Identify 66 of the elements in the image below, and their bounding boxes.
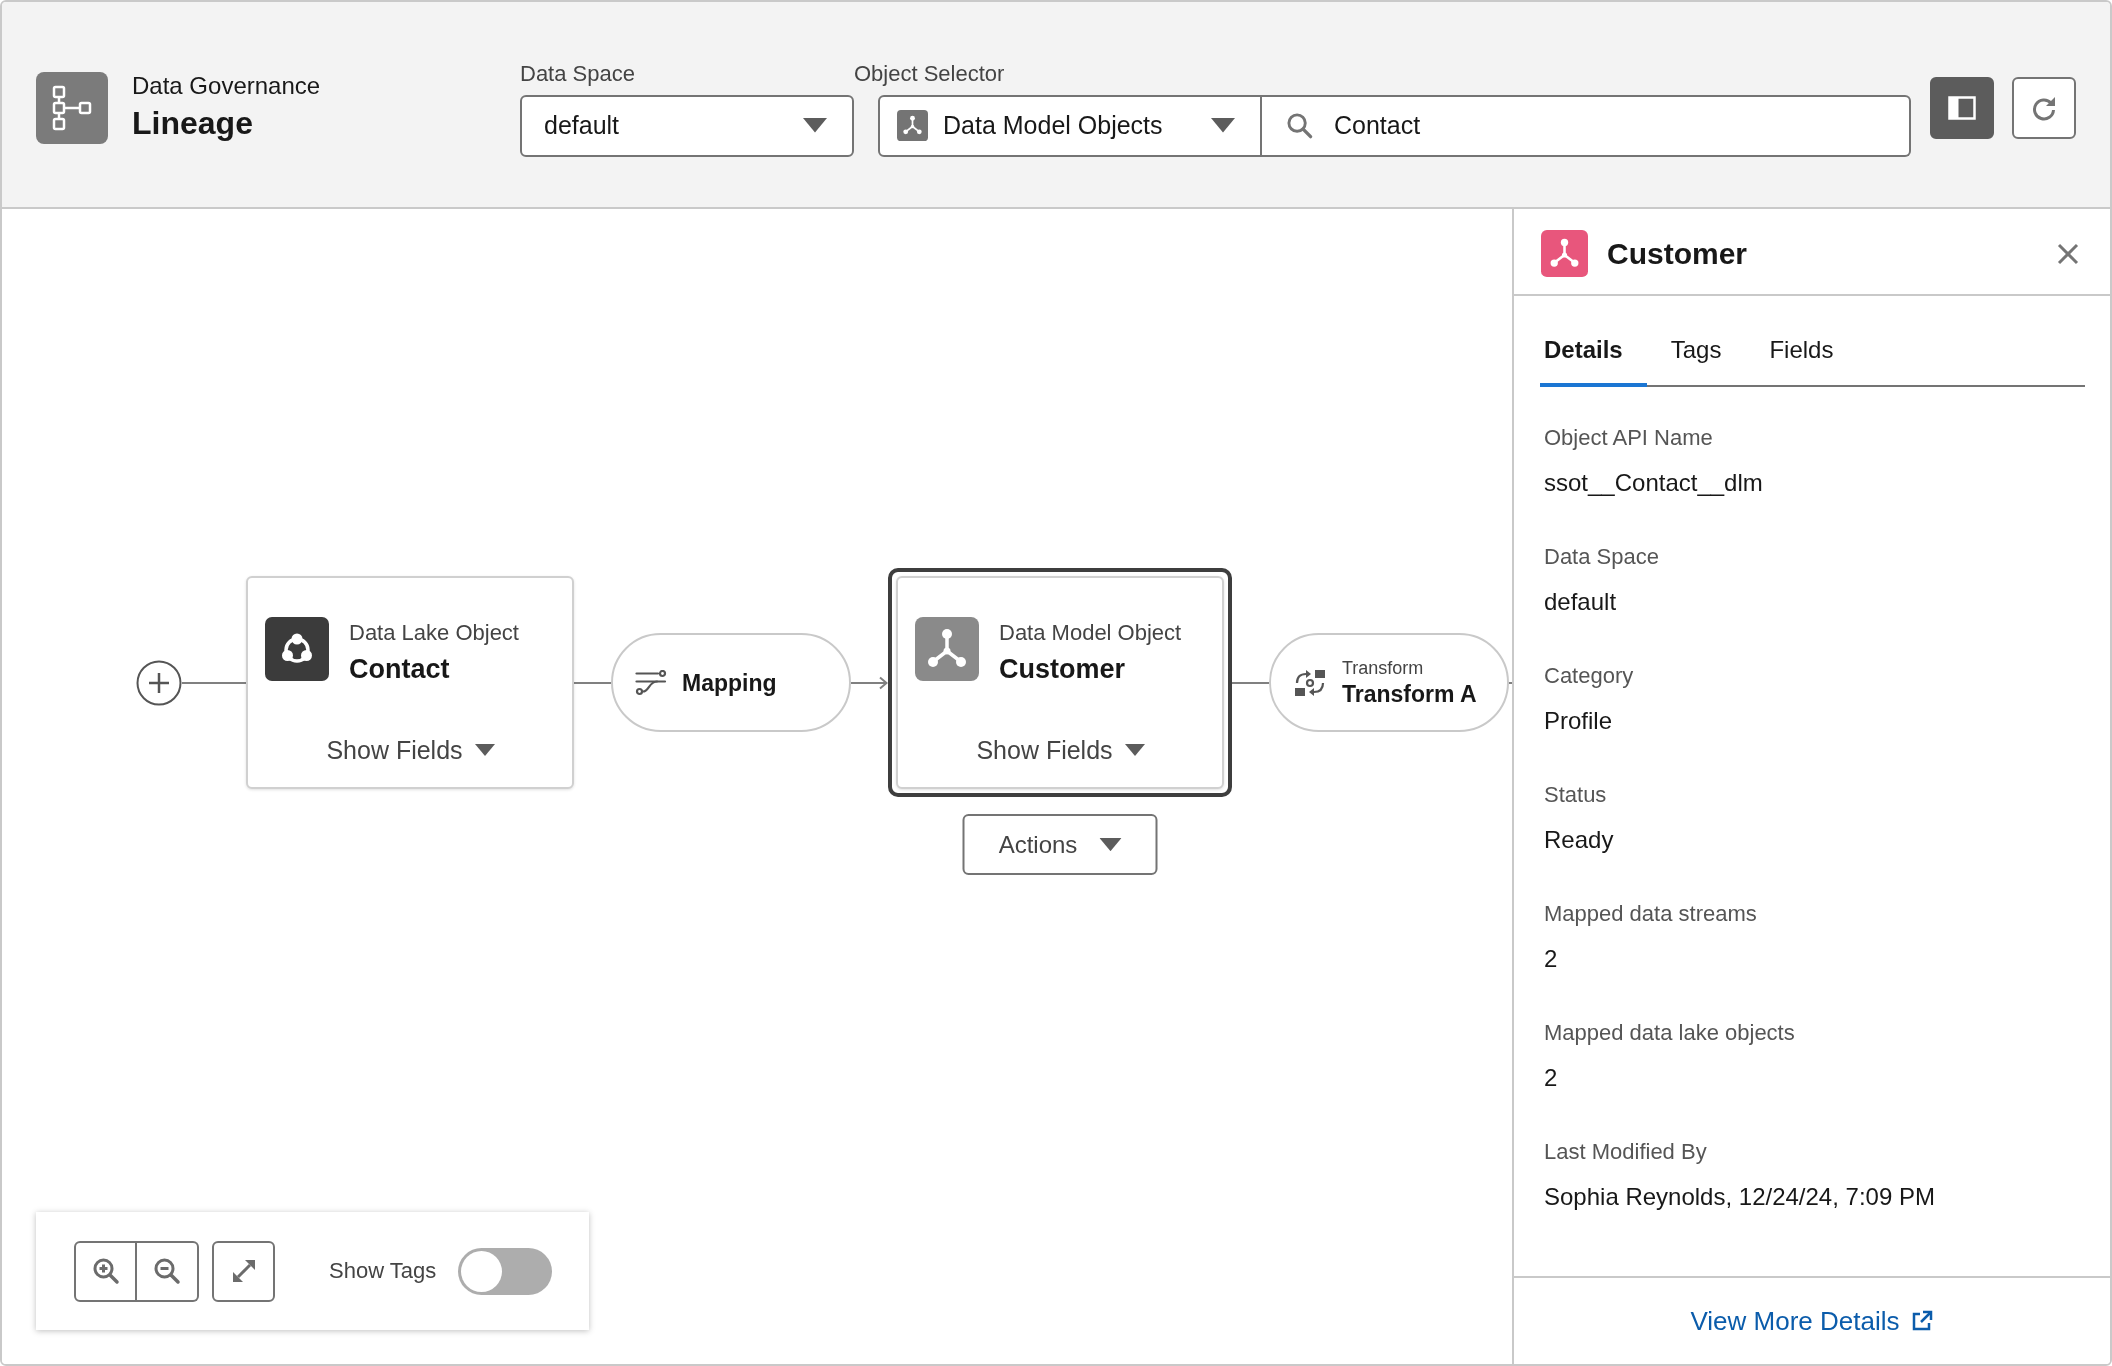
detail-value: ssot__Contact__dlm	[1544, 468, 1763, 498]
plus-circle-icon	[136, 659, 182, 706]
refresh-button[interactable]	[2012, 76, 2076, 139]
node-name: Customer	[999, 653, 1127, 686]
detail-value: Profile	[1544, 706, 1613, 736]
detail-label: Last Modified By	[1544, 1138, 1707, 1166]
node-type-label: Data Model Object	[999, 619, 1182, 647]
caret-icon	[803, 118, 827, 133]
view-more-details-link[interactable]: View More Details	[1690, 1305, 1934, 1337]
detail-label: Status	[1544, 781, 1607, 809]
node-name: Transform A	[1342, 679, 1477, 709]
show-fields-button[interactable]: Show Fields	[326, 730, 495, 770]
ring-nodes-icon	[265, 617, 329, 681]
hierarchy-icon	[36, 71, 108, 144]
node-card[interactable]: Data Model Object Customer Show Fields	[888, 568, 1232, 797]
detail-label: Data Space	[1544, 543, 1659, 571]
node-name: Contact	[349, 653, 451, 686]
detail-label: Object API Name	[1544, 424, 1713, 452]
node-name: Mapping	[682, 668, 777, 698]
data-space-dropdown[interactable]: default	[520, 94, 854, 157]
add-node-button[interactable]	[136, 659, 182, 706]
search-field[interactable]: Contact	[1262, 94, 1911, 157]
page-title: Lineage	[132, 103, 254, 143]
detail-label: Mapped data streams	[1544, 900, 1757, 928]
node-graph-icon	[915, 617, 979, 681]
node-graph-icon	[897, 110, 928, 141]
detail-label: Category	[1544, 662, 1634, 690]
tab[interactable]: Details	[1540, 335, 1647, 387]
tab[interactable]: Fields	[1765, 335, 1858, 387]
caret-icon	[1211, 118, 1235, 133]
actions-button[interactable]: Actions	[962, 814, 1158, 875]
detail-value: Sophia Reynolds, 12/24/24, 7:09 PM	[1544, 1182, 1935, 1212]
detail-value: Ready	[1544, 825, 1614, 855]
panel-icon	[1948, 95, 1976, 120]
zoom-out-icon	[153, 1257, 181, 1285]
node-pill[interactable]: Transform Transform A	[1269, 633, 1509, 732]
node-pill[interactable]: Mapping	[611, 633, 851, 732]
detail-label: Mapped data lake objects	[1544, 1019, 1795, 1047]
node-card[interactable]: Data Lake Object Contact Show Fields	[246, 576, 574, 789]
show-fields-button[interactable]: Show Fields	[976, 730, 1145, 770]
tab[interactable]: Tags	[1666, 335, 1746, 387]
panel-title: Customer	[1607, 236, 1749, 271]
fit-view-button[interactable]	[212, 1240, 275, 1302]
app-name: Data Governance	[132, 70, 321, 101]
zoom-out-button[interactable]	[137, 1240, 199, 1302]
caret-icon	[474, 744, 495, 756]
detail-value: 2	[1544, 944, 1558, 974]
search-icon	[1286, 111, 1313, 139]
detail-value: default	[1544, 587, 1617, 617]
panel-toggle-button[interactable]	[1930, 76, 1994, 139]
detail-value: 2	[1544, 1063, 1558, 1093]
object-selector-label: Object Selector	[854, 59, 1006, 88]
show-tags-toggle[interactable]	[458, 1247, 553, 1295]
caret-icon	[1124, 744, 1145, 756]
exchange-icon	[1293, 667, 1327, 698]
zoom-in-icon	[91, 1257, 120, 1285]
node-type-label: Transform	[1342, 656, 1425, 679]
object-type-dropdown[interactable]: Data Model Objects	[878, 94, 1262, 157]
node-graph-icon	[1541, 230, 1588, 277]
caret-icon	[1099, 837, 1122, 852]
mapping-lines-icon	[635, 669, 667, 696]
close-icon	[2056, 241, 2080, 266]
data-space-label: Data Space	[520, 59, 636, 88]
zoom-in-button[interactable]	[74, 1240, 137, 1302]
show-tags-label: Show Tags	[329, 1258, 437, 1284]
node-type-label: Data Lake Object	[349, 619, 519, 647]
